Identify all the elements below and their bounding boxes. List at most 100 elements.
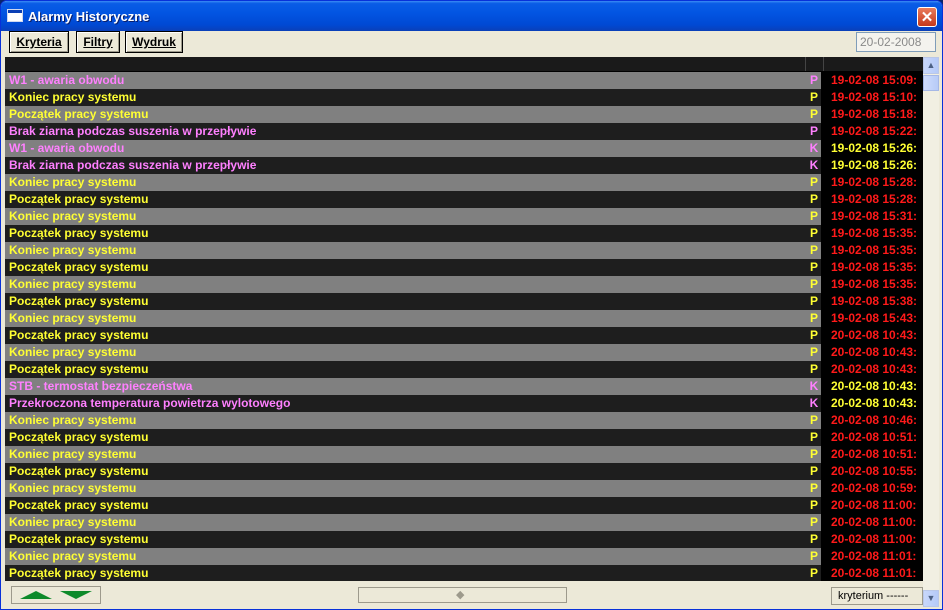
alarm-message: Początek pracy systemu <box>5 565 801 581</box>
window-icon <box>7 9 23 22</box>
table-row[interactable]: Koniec pracy systemu P 19-02-08 15:43: <box>5 310 923 327</box>
table-row[interactable]: Koniec pracy systemu P 20-02-08 10:51: <box>5 446 923 463</box>
table-row[interactable]: Początek pracy systemu P 20-02-08 10:43: <box>5 327 923 344</box>
alarm-type: P <box>807 191 821 208</box>
scroll-thumb[interactable] <box>923 75 939 91</box>
table-row[interactable]: Przekroczona temperatura powietrza wylot… <box>5 395 923 412</box>
title-bar[interactable]: Alarmy Historyczne ✕ <box>1 1 942 31</box>
table-row[interactable]: Początek pracy systemu P 20-02-08 11:01: <box>5 565 923 581</box>
alarm-timestamp: 19-02-08 15:10: <box>827 89 923 106</box>
table-row[interactable]: Koniec pracy systemu P 20-02-08 10:59: <box>5 480 923 497</box>
alarm-type: P <box>807 429 821 446</box>
alarm-timestamp: 20-02-08 10:46: <box>827 412 923 429</box>
scroll-down-button[interactable]: ▼ <box>923 590 939 607</box>
alarm-message: Początek pracy systemu <box>5 293 801 310</box>
criteria-button[interactable]: Kryteria <box>9 31 69 53</box>
table-row[interactable]: Brak ziarna podczas suszenia w przepływi… <box>5 157 923 174</box>
table-row[interactable]: Początek pracy systemu P 20-02-08 10:55: <box>5 463 923 480</box>
alarm-message: Koniec pracy systemu <box>5 480 801 497</box>
alarm-type: P <box>807 463 821 480</box>
alarm-type: P <box>807 259 821 276</box>
alarm-timestamp: 19-02-08 15:18: <box>827 106 923 123</box>
alarm-type: P <box>807 242 821 259</box>
table-row[interactable]: W1 - awaria obwodu K 19-02-08 15:26: <box>5 140 923 157</box>
header-col-type[interactable] <box>806 57 824 71</box>
alarm-type: K <box>807 378 821 395</box>
alarm-timestamp: 20-02-08 11:00: <box>827 497 923 514</box>
table-row[interactable]: Koniec pracy systemu P 19-02-08 15:35: <box>5 276 923 293</box>
alarm-type: P <box>807 72 821 89</box>
alarm-type: P <box>807 276 821 293</box>
alarm-timestamp: 19-02-08 15:35: <box>827 276 923 293</box>
filters-button[interactable]: Filtry <box>76 31 120 53</box>
table-row[interactable]: Początek pracy systemu P 20-02-08 10:51: <box>5 429 923 446</box>
table-row[interactable]: Początek pracy systemu P 20-02-08 11:00: <box>5 531 923 548</box>
alarm-timestamp: 20-02-08 10:59: <box>827 480 923 497</box>
alarm-message: Koniec pracy systemu <box>5 412 801 429</box>
table-row[interactable]: Początek pracy systemu P 20-02-08 10:43: <box>5 361 923 378</box>
alarm-timestamp: 20-02-08 10:43: <box>827 395 923 412</box>
table-row[interactable]: Koniec pracy systemu P 20-02-08 10:46: <box>5 412 923 429</box>
table-row[interactable]: Koniec pracy systemu P 19-02-08 15:35: <box>5 242 923 259</box>
navigation-arrows <box>11 586 101 604</box>
alarm-type: K <box>807 157 821 174</box>
page-up-arrow-icon[interactable] <box>20 591 52 599</box>
alarm-message: Początek pracy systemu <box>5 429 801 446</box>
alarm-timestamp: 19-02-08 15:31: <box>827 208 923 225</box>
alarm-type: P <box>807 208 821 225</box>
alarm-message: Przekroczona temperatura powietrza wylot… <box>5 395 801 412</box>
criterion-status: kryterium ------ <box>831 587 923 605</box>
alarm-message: Początek pracy systemu <box>5 106 801 123</box>
alarm-message: Początek pracy systemu <box>5 259 801 276</box>
slider-thumb-icon[interactable]: ◆ <box>456 589 464 601</box>
alarm-timestamp: 19-02-08 15:38: <box>827 293 923 310</box>
print-button[interactable]: Wydruk <box>125 31 183 53</box>
alarm-message: STB - termostat bezpieczeństwa <box>5 378 801 395</box>
vertical-scrollbar[interactable]: ▲ ▼ <box>923 57 939 607</box>
alarm-timestamp: 20-02-08 10:55: <box>827 463 923 480</box>
alarm-timestamp: 19-02-08 15:28: <box>827 174 923 191</box>
close-button[interactable]: ✕ <box>917 7 937 27</box>
alarm-message: Koniec pracy systemu <box>5 208 801 225</box>
table-row[interactable]: Koniec pracy systemu P 20-02-08 11:01: <box>5 548 923 565</box>
horizontal-slider[interactable]: ◆ <box>358 587 567 603</box>
alarm-message: Początek pracy systemu <box>5 327 801 344</box>
page-down-arrow-icon[interactable] <box>60 591 92 599</box>
alarm-timestamp: 19-02-08 15:35: <box>827 242 923 259</box>
table-row[interactable]: W1 - awaria obwodu P 19-02-08 15:09: <box>5 72 923 89</box>
date-field[interactable]: 20-02-2008 <box>856 32 936 52</box>
alarm-message: Koniec pracy systemu <box>5 446 801 463</box>
toolbar: Kryteria Filtry Wydruk 20-02-2008 <box>5 31 939 57</box>
alarm-timestamp: 19-02-08 15:26: <box>827 157 923 174</box>
table-row[interactable]: Koniec pracy systemu P 19-02-08 15:10: <box>5 89 923 106</box>
table-row[interactable]: Koniec pracy systemu P 19-02-08 15:28: <box>5 174 923 191</box>
alarm-timestamp: 19-02-08 15:35: <box>827 259 923 276</box>
table-row[interactable]: Początek pracy systemu P 19-02-08 15:28: <box>5 191 923 208</box>
alarm-message: Początek pracy systemu <box>5 361 801 378</box>
table-row[interactable]: Początek pracy systemu P 20-02-08 11:00: <box>5 497 923 514</box>
alarm-timestamp: 20-02-08 11:00: <box>827 514 923 531</box>
header-col-date[interactable] <box>824 57 922 71</box>
table-row[interactable]: Początek pracy systemu P 19-02-08 15:38: <box>5 293 923 310</box>
scroll-up-button[interactable]: ▲ <box>923 57 939 74</box>
table-row[interactable]: Brak ziarna podczas suszenia w przepływi… <box>5 123 923 140</box>
alarm-timestamp: 20-02-08 10:43: <box>827 378 923 395</box>
table-row[interactable]: Początek pracy systemu P 19-02-08 15:35: <box>5 225 923 242</box>
table-header <box>5 57 923 71</box>
alarm-message: Początek pracy systemu <box>5 531 801 548</box>
alarm-message: Koniec pracy systemu <box>5 548 801 565</box>
table-row[interactable]: STB - termostat bezpieczeństwa K 20-02-08 … <box>5 378 923 395</box>
alarm-timestamp: 19-02-08 15:35: <box>827 225 923 242</box>
table-row[interactable]: Początek pracy systemu P 19-02-08 15:35: <box>5 259 923 276</box>
header-col-message[interactable] <box>5 57 806 71</box>
alarm-timestamp: 20-02-08 10:43: <box>827 361 923 378</box>
alarm-message: W1 - awaria obwodu <box>5 140 801 157</box>
table-row[interactable]: Koniec pracy systemu P 19-02-08 15:31: <box>5 208 923 225</box>
table-row[interactable]: Koniec pracy systemu P 20-02-08 10:43: <box>5 344 923 361</box>
alarm-type: P <box>807 293 821 310</box>
table-row[interactable]: Koniec pracy systemu P 20-02-08 11:00: <box>5 514 923 531</box>
alarm-type: P <box>807 344 821 361</box>
alarm-message: Początek pracy systemu <box>5 225 801 242</box>
alarm-type: P <box>807 446 821 463</box>
table-row[interactable]: Początek pracy systemu P 19-02-08 15:18: <box>5 106 923 123</box>
